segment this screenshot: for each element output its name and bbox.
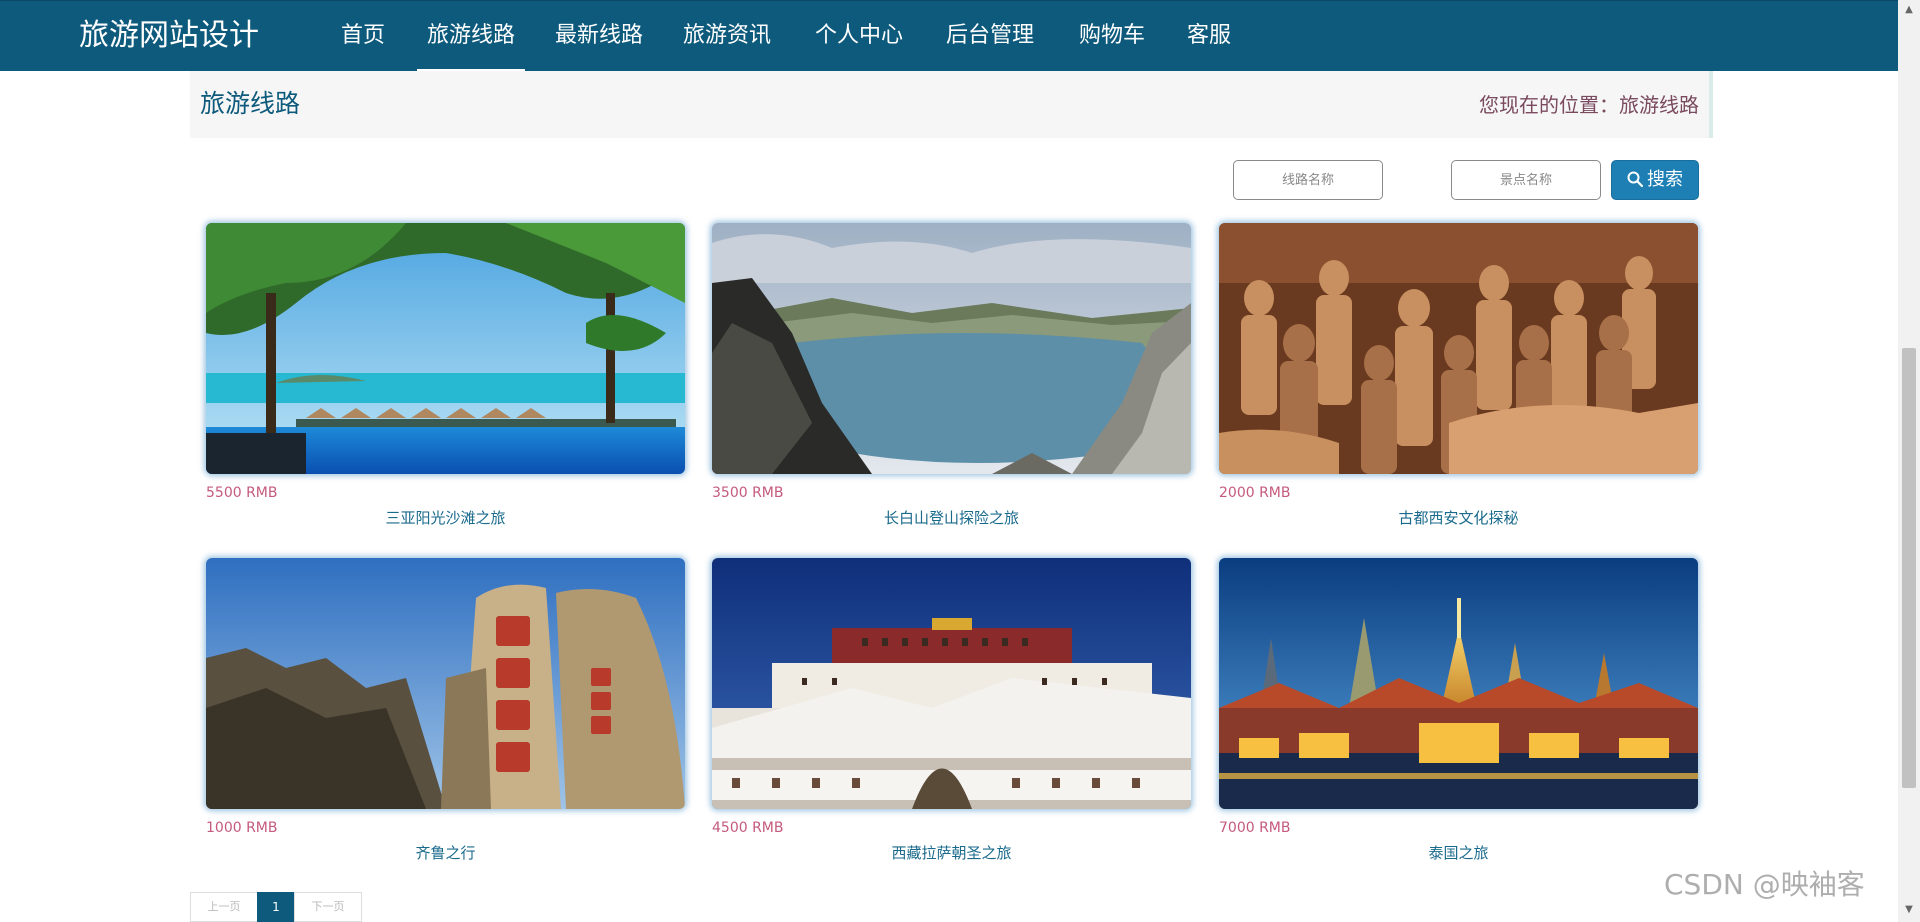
route-price: 3500 RMB xyxy=(712,485,784,501)
route-name[interactable]: 古都西安文化探秘 xyxy=(1219,508,1698,528)
section-title-bar: 旅游线路 您现在的位置：旅游线路 xyxy=(190,71,1713,138)
route-image-mount-tai[interactable] xyxy=(206,558,685,809)
route-image-beach[interactable] xyxy=(206,223,685,474)
watermark: CSDN @映袖客 xyxy=(1664,868,1865,901)
route-name[interactable]: 齐鲁之行 xyxy=(206,843,685,863)
route-name[interactable]: 泰国之旅 xyxy=(1219,843,1698,863)
nav-item-latest-routes[interactable]: 最新线路 xyxy=(546,1,652,71)
potala-palace-photo xyxy=(712,558,1191,809)
next-page-button[interactable]: 下一页 xyxy=(294,892,362,922)
site-brand[interactable]: 旅游网站设计 xyxy=(79,18,259,54)
nav-item-home[interactable]: 首页 xyxy=(330,1,396,71)
nav-item-admin[interactable]: 后台管理 xyxy=(937,1,1043,71)
thai-temple-photo xyxy=(1219,558,1698,809)
nav-item-user-center[interactable]: 个人中心 xyxy=(805,1,913,71)
nav-item-travel-news[interactable]: 旅游资讯 xyxy=(674,1,780,71)
page-title: 旅游线路 xyxy=(200,89,301,118)
breadcrumb-current[interactable]: 旅游线路 xyxy=(1619,93,1699,117)
route-card: 4500 RMB 西藏拉萨朝圣之旅 xyxy=(712,558,1191,888)
route-name[interactable]: 长白山登山探险之旅 xyxy=(712,508,1191,528)
route-name[interactable]: 西藏拉萨朝圣之旅 xyxy=(712,843,1191,863)
route-card: 2000 RMB 古都西安文化探秘 xyxy=(1219,223,1698,553)
route-card: 3500 RMB 长白山登山探险之旅 xyxy=(712,223,1191,553)
route-card: 5500 RMB 三亚阳光沙滩之旅 xyxy=(206,223,685,553)
search-button[interactable]: 搜索 xyxy=(1611,160,1699,200)
route-name-input[interactable] xyxy=(1233,160,1383,200)
scroll-up-arrow-icon[interactable]: ▲ xyxy=(1901,2,1917,18)
route-price: 1000 RMB xyxy=(206,820,278,836)
top-navbar: 旅游网站设计 首页 旅游线路 最新线路 旅游资讯 个人中心 后台管理 购物车 客… xyxy=(0,0,1898,71)
route-price: 5500 RMB xyxy=(206,485,278,501)
route-name[interactable]: 三亚阳光沙滩之旅 xyxy=(206,508,685,528)
nav-item-cart[interactable]: 购物车 xyxy=(1070,1,1154,71)
route-image-potala[interactable] xyxy=(712,558,1191,809)
route-card: 1000 RMB 齐鲁之行 xyxy=(206,558,685,888)
nav-item-customer-service[interactable]: 客服 xyxy=(1178,1,1240,71)
page-button-current[interactable]: 1 xyxy=(257,892,295,922)
route-price: 4500 RMB xyxy=(712,820,784,836)
search-button-label: 搜索 xyxy=(1647,169,1683,190)
mount-tai-rock-photo xyxy=(206,558,685,809)
scroll-down-arrow-icon[interactable]: ▼ xyxy=(1901,902,1917,918)
mountain-lake-photo xyxy=(712,223,1191,474)
route-image-terracotta[interactable] xyxy=(1219,223,1698,474)
route-image-thai-temple[interactable] xyxy=(1219,558,1698,809)
route-price: 2000 RMB xyxy=(1219,485,1291,501)
nav-item-travel-routes[interactable]: 旅游线路 xyxy=(417,1,525,71)
prev-page-button[interactable]: 上一页 xyxy=(190,892,258,922)
spot-name-input[interactable] xyxy=(1451,160,1601,200)
breadcrumb-prefix: 您现在的位置： xyxy=(1479,93,1619,117)
scrollbar-thumb[interactable] xyxy=(1902,348,1916,788)
breadcrumb: 您现在的位置：旅游线路 xyxy=(1479,91,1699,119)
search-icon xyxy=(1627,171,1644,188)
route-price: 7000 RMB xyxy=(1219,820,1291,836)
route-image-mountain-lake[interactable] xyxy=(712,223,1191,474)
beach-photo xyxy=(206,223,685,474)
terracotta-warriors-photo xyxy=(1219,223,1698,474)
route-card: 7000 RMB 泰国之旅 xyxy=(1219,558,1698,888)
